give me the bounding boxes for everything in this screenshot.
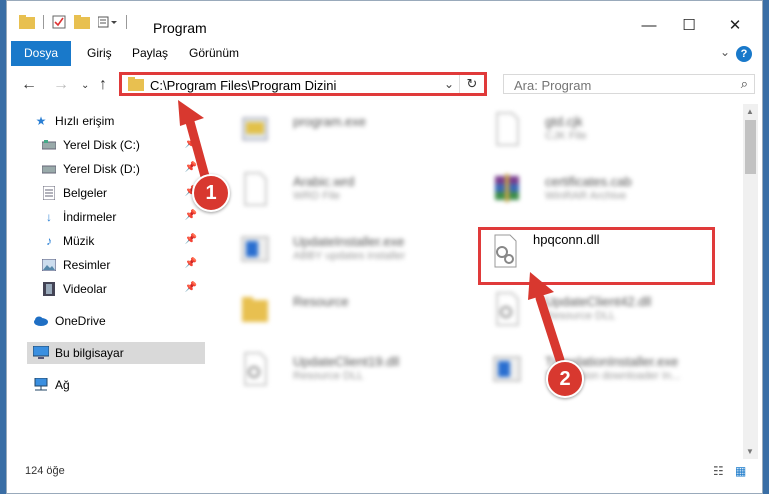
callout-step-1: 1	[192, 174, 230, 212]
arrow-2	[528, 272, 565, 365]
annotation-overlay	[178, 100, 565, 365]
arrow-1	[178, 100, 211, 185]
callout-step-2: 2	[546, 360, 584, 398]
